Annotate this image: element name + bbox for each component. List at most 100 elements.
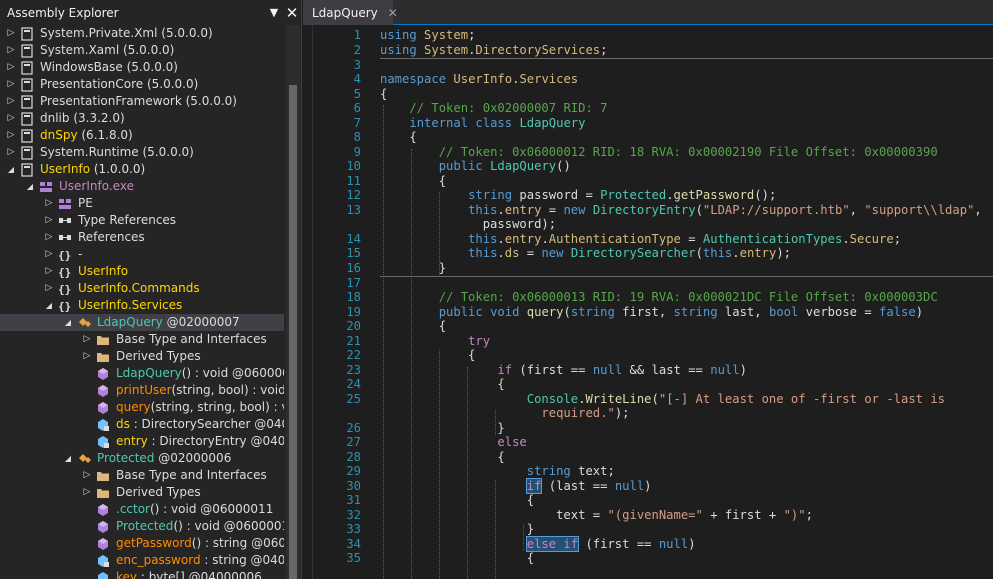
- tree-item[interactable]: key : byte[] @04000006: [0, 569, 284, 579]
- collapsed-arrow-icon[interactable]: ▷: [82, 467, 92, 484]
- indent-guide: [383, 105, 384, 579]
- collapsed-arrow-icon[interactable]: ▷: [44, 195, 54, 212]
- tree-item[interactable]: ▷ Derived Types: [0, 348, 284, 365]
- tree-scrollbar[interactable]: [286, 25, 300, 579]
- tree-item[interactable]: .cctor() : void @06000011: [0, 501, 284, 518]
- tree-item[interactable]: ▷ {} UserInfo.Commands: [0, 280, 284, 297]
- collapsed-arrow-icon[interactable]: ▷: [6, 144, 16, 161]
- tree-item[interactable]: entry : DirectoryEntry @0400000: [0, 433, 284, 450]
- tree-item[interactable]: enc_password : string @0400000: [0, 552, 284, 569]
- tree-item[interactable]: ▷ System.Xaml (5.0.0.0): [0, 42, 284, 59]
- tree-item[interactable]: ▷ PresentationCore (5.0.0.0): [0, 76, 284, 93]
- tree-item-detail: () : string @0600000: [191, 536, 284, 550]
- collapsed-arrow-icon[interactable]: ▷: [6, 93, 16, 110]
- expanded-arrow-icon[interactable]: ◢: [63, 314, 73, 331]
- code-line: 6 // Token: 0x02000007 RID: 7: [303, 101, 993, 116]
- tree-item-detail: : string @0400000: [204, 553, 284, 567]
- line-number: 18: [346, 290, 361, 304]
- code-line: 27 else: [303, 435, 993, 450]
- code-view[interactable]: 1 using System; 2 using System.DirectorySer…: [303, 25, 993, 579]
- code-line: 22 {: [303, 348, 993, 363]
- tree-item[interactable]: ▷ Type References: [0, 212, 284, 229]
- collapsed-arrow-icon[interactable]: ▷: [6, 127, 16, 144]
- code-text: else if (first == null): [525, 535, 696, 552]
- tree-item-detail: @02000007: [162, 315, 240, 329]
- line-number: 25: [346, 391, 361, 406]
- tree-item[interactable]: ▷ {} -: [0, 246, 284, 263]
- tree-item-label: System.Private.Xml (5.0.0.0): [40, 25, 213, 42]
- tree-item[interactable]: ◢ {} UserInfo.Services: [0, 297, 284, 314]
- code-line: 20 {: [303, 319, 993, 334]
- collapsed-arrow-icon[interactable]: ▷: [44, 212, 54, 229]
- tree-item-label: Protected() : void @06000010: [116, 518, 284, 535]
- tree-item[interactable]: ▷ PE: [0, 195, 284, 212]
- tree-item[interactable]: ▷ System.Private.Xml (5.0.0.0): [0, 25, 284, 42]
- collapsed-arrow-icon[interactable]: ▷: [6, 42, 16, 59]
- tree-item[interactable]: LdapQuery() : void @06000012: [0, 365, 284, 382]
- collapsed-arrow-icon[interactable]: ▷: [44, 263, 54, 280]
- tree-item[interactable]: ds : DirectorySearcher @040000: [0, 416, 284, 433]
- tree-item[interactable]: ▷ Derived Types: [0, 484, 284, 501]
- collapsed-arrow-icon[interactable]: ▷: [6, 25, 16, 42]
- close-icon[interactable]: ✕: [283, 4, 301, 22]
- tree-item[interactable]: query(string, string, bool) : void: [0, 399, 284, 416]
- code-line: 7 internal class LdapQuery: [303, 116, 993, 131]
- collapsed-arrow-icon[interactable]: ▷: [6, 76, 16, 93]
- tree-item[interactable]: ◢ UserInfo.exe: [0, 178, 284, 195]
- expanded-arrow-icon[interactable]: ◢: [63, 450, 73, 467]
- tree-item-name: UserInfo.Services: [78, 298, 183, 312]
- tree-item[interactable]: ▷ PresentationFramework (5.0.0.0): [0, 93, 284, 110]
- tree-item-name: Protected: [116, 519, 174, 533]
- panel-title: Assembly Explorer: [7, 5, 119, 20]
- field-icon: [96, 571, 110, 579]
- expanded-arrow-icon[interactable]: ◢: [6, 161, 16, 178]
- code-line: 26 }: [303, 421, 993, 436]
- line-number: 15: [346, 246, 361, 260]
- tree-item[interactable]: ◢ LdapQuery @02000007: [0, 314, 284, 331]
- tree-item[interactable]: ▷ dnSpy (6.1.8.0): [0, 127, 284, 144]
- line-number: 5: [353, 86, 361, 101]
- tree-item-detail: (5.0.0.0): [122, 60, 178, 74]
- close-icon[interactable]: ✕: [388, 6, 398, 20]
- collapsed-arrow-icon[interactable]: ▷: [6, 110, 16, 127]
- svg-text:{}: {}: [58, 249, 71, 262]
- code-line: 19 public void query(string first, strin…: [303, 305, 993, 320]
- module-icon: [39, 180, 53, 194]
- collapsed-arrow-icon[interactable]: ▷: [82, 484, 92, 501]
- scrollbar-thumb[interactable]: [289, 85, 297, 579]
- tree-item[interactable]: ▷ {} UserInfo: [0, 263, 284, 280]
- tree-item[interactable]: ◢ UserInfo (1.0.0.0): [0, 161, 284, 178]
- folder-icon: [96, 333, 110, 347]
- code-line: 10 public LdapQuery(): [303, 159, 993, 174]
- tree-item[interactable]: ▷ System.Runtime (5.0.0.0): [0, 144, 284, 161]
- tree-item[interactable]: ▷ Base Type and Interfaces: [0, 467, 284, 484]
- tree-item[interactable]: Protected() : void @06000010: [0, 518, 284, 535]
- field-icon: [96, 435, 110, 449]
- tree-item-label: UserInfo: [78, 263, 128, 280]
- tree-item-name: UserInfo: [78, 264, 129, 278]
- tree-item[interactable]: ▷ Base Type and Interfaces: [0, 331, 284, 348]
- expanded-arrow-icon[interactable]: ◢: [25, 178, 35, 195]
- tree-item[interactable]: printUser(string, bool) : void @0: [0, 382, 284, 399]
- tree-item-label: query(string, string, bool) : void: [116, 399, 284, 416]
- collapsed-arrow-icon[interactable]: ▷: [6, 59, 16, 76]
- tab-ldapquery[interactable]: LdapQuery ✕: [303, 0, 398, 25]
- code-text: Console.WriteLine("[-] At least one of -…: [526, 391, 946, 406]
- method-icon: [96, 384, 110, 398]
- collapsed-arrow-icon[interactable]: ▷: [44, 246, 54, 263]
- assembly-icon: [20, 146, 34, 160]
- code-line: 11 {: [303, 174, 993, 189]
- tree-item[interactable]: ▷ dnlib (3.3.2.0): [0, 110, 284, 127]
- expanded-arrow-icon[interactable]: ◢: [44, 297, 54, 314]
- tree-item[interactable]: ▷ References: [0, 229, 284, 246]
- collapsed-arrow-icon[interactable]: ▷: [82, 331, 92, 348]
- collapsed-arrow-icon[interactable]: ▷: [44, 280, 54, 297]
- collapsed-arrow-icon[interactable]: ▷: [44, 229, 54, 246]
- chevron-down-icon[interactable]: ▼: [265, 6, 283, 19]
- collapsed-arrow-icon[interactable]: ▷: [82, 348, 92, 365]
- tree-item-name: Protected: [97, 451, 155, 465]
- tree-item[interactable]: ◢ Protected @02000006: [0, 450, 284, 467]
- code-text: public LdapQuery(): [438, 159, 571, 173]
- tree-item[interactable]: ▷ WindowsBase (5.0.0.0): [0, 59, 284, 76]
- tree-item[interactable]: getPassword() : string @0600000: [0, 535, 284, 552]
